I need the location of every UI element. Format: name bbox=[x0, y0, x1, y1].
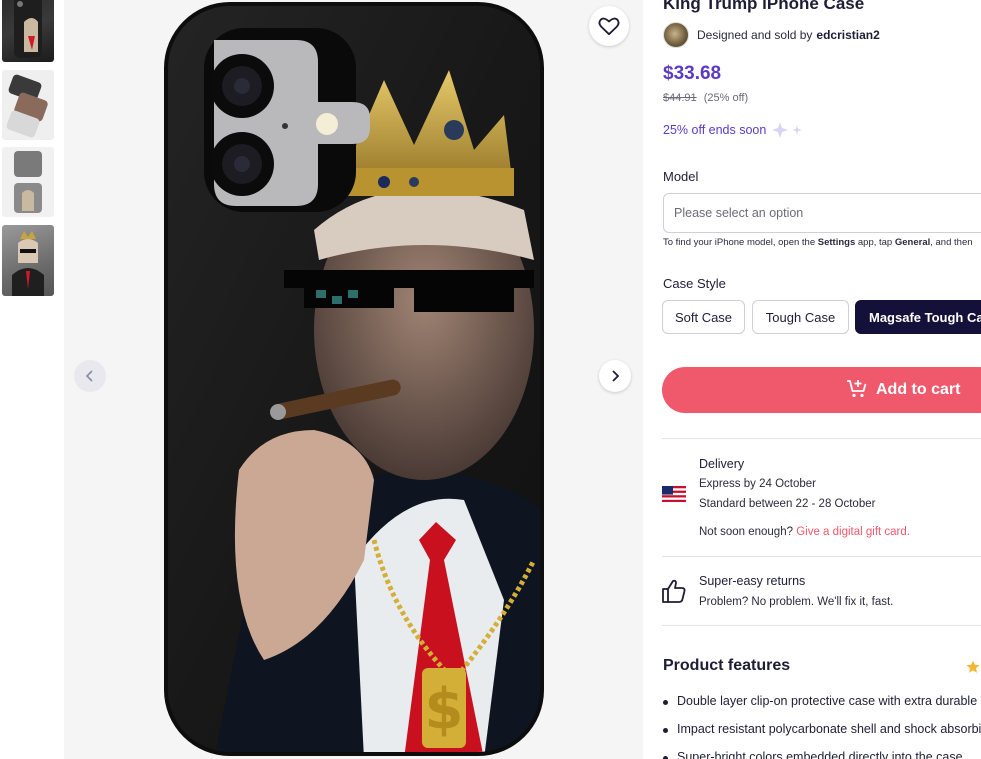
product-image: $ bbox=[164, 2, 544, 756]
thumbs-up-icon bbox=[662, 579, 686, 603]
model-hint-text-3: , and then bbox=[930, 237, 973, 248]
case-style-label: Case Style bbox=[663, 276, 726, 291]
feature-item: Impact resistant polycarbonate shell and… bbox=[663, 722, 981, 750]
case-style-tough-button[interactable]: Tough Case bbox=[752, 300, 849, 334]
svg-text:$: $ bbox=[425, 677, 464, 742]
star-icon bbox=[966, 660, 980, 673]
gift-card-row: Not soon enough? Give a digital gift car… bbox=[699, 526, 910, 538]
thumbnail-strip bbox=[0, 0, 56, 759]
gift-card-link[interactable]: Give a digital gift card. bbox=[796, 526, 910, 538]
case-style-magsafe-button[interactable]: Magsafe Tough Case bbox=[855, 300, 981, 334]
not-soon-text: Not soon enough? bbox=[699, 526, 797, 538]
thumbnail-4[interactable] bbox=[2, 225, 54, 296]
favorite-button[interactable] bbox=[589, 6, 629, 46]
promo-text: 25% off ends soon bbox=[663, 123, 767, 137]
delivery-express: Express by 24 October bbox=[699, 478, 816, 490]
thumbnail-2[interactable] bbox=[2, 70, 54, 140]
model-hint: To find your iPhone model, open the Sett… bbox=[663, 237, 973, 248]
thumbnail-1[interactable] bbox=[2, 0, 54, 62]
previous-image-button[interactable] bbox=[74, 360, 106, 392]
model-hint-text: To find your iPhone model, open the bbox=[663, 237, 818, 248]
original-price: $44.91 bbox=[663, 92, 697, 104]
seller-prefix: Designed and sold by bbox=[697, 28, 813, 42]
chevron-right-icon bbox=[612, 370, 620, 382]
seller-name-link[interactable]: edcristian2 bbox=[816, 28, 879, 42]
model-select-placeholder: Please select an option bbox=[674, 206, 804, 220]
sparkle-icon bbox=[772, 122, 803, 138]
us-flag-icon bbox=[662, 486, 686, 502]
returns-title: Super-easy returns bbox=[699, 574, 806, 588]
heart-icon bbox=[598, 17, 620, 36]
cart-icon bbox=[847, 380, 867, 398]
next-image-button[interactable] bbox=[599, 360, 631, 392]
product-details-panel: King Trump iPhone Case Designed and sold… bbox=[643, 0, 981, 759]
promo-banner: 25% off ends soon bbox=[663, 120, 806, 140]
thumbnail-3[interactable] bbox=[2, 147, 54, 217]
case-style-soft-button[interactable]: Soft Case bbox=[662, 300, 745, 334]
model-label: Model bbox=[663, 169, 699, 184]
add-to-cart-label: Add to cart bbox=[876, 381, 961, 398]
model-select[interactable]: Please select an option bbox=[663, 193, 981, 233]
divider bbox=[662, 438, 981, 439]
price-details: $44.91 (25% off) bbox=[663, 92, 748, 104]
discount-label: (25% off) bbox=[703, 92, 749, 104]
model-hint-general: General bbox=[894, 237, 931, 248]
model-hint-text-2: app, tap bbox=[855, 237, 895, 248]
seller-info: Designed and sold by edcristian2 bbox=[663, 22, 880, 48]
add-to-cart-button[interactable]: Add to cart bbox=[662, 367, 981, 413]
product-gallery: $ bbox=[64, 0, 643, 759]
product-title: King Trump iPhone Case bbox=[663, 0, 865, 13]
features-list: Double layer clip-on protective case wit… bbox=[663, 694, 981, 759]
product-features-title: Product features bbox=[663, 657, 791, 674]
chevron-left-icon bbox=[85, 370, 93, 382]
current-price: $33.68 bbox=[663, 63, 722, 84]
feature-item: Double layer clip-on protective case wit… bbox=[663, 694, 981, 722]
divider bbox=[662, 625, 981, 626]
feature-item: Super-bright colors embedded directly in… bbox=[663, 750, 981, 759]
delivery-standard: Standard between 22 - 28 October bbox=[699, 498, 876, 510]
divider bbox=[662, 556, 981, 557]
delivery-title: Delivery bbox=[699, 457, 745, 471]
seller-avatar[interactable] bbox=[663, 22, 689, 48]
model-hint-settings: Settings bbox=[817, 237, 856, 248]
returns-subtitle: Problem? No problem. We'll fix it, fast. bbox=[699, 596, 894, 608]
